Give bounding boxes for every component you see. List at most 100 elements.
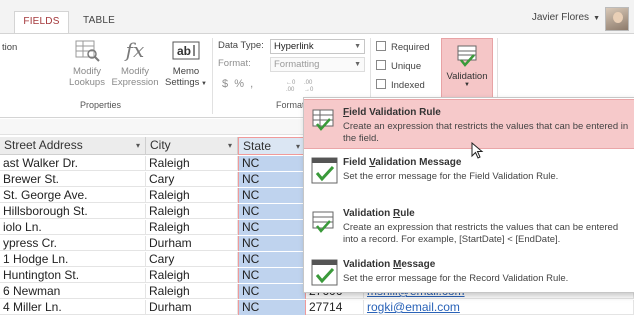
city-cell[interactable]: Raleigh	[146, 156, 238, 171]
title-part: Validation	[343, 259, 394, 270]
user-account[interactable]: Javier Flores ▼	[532, 12, 600, 23]
menu-separator	[304, 199, 634, 200]
unique-checkbox[interactable]: Unique	[376, 60, 421, 73]
street-cell[interactable]: 4 Miller Ln.	[0, 300, 146, 315]
chevron-down-icon: ▼	[354, 43, 361, 50]
column-header-street[interactable]: Street Address ▾	[0, 137, 146, 155]
city-cell[interactable]: Raleigh	[146, 220, 238, 235]
record-validation-message-icon	[311, 258, 339, 288]
validation-button[interactable]: Validation ▼	[441, 38, 493, 100]
menu-item-title: Validation Message	[343, 259, 435, 270]
partial-button-label[interactable]: tion	[2, 42, 17, 53]
email-cell[interactable]: rogki@email.com	[364, 300, 634, 315]
state-cell[interactable]: NC	[238, 268, 306, 283]
city-cell[interactable]: Raleigh	[146, 268, 238, 283]
chevron-down-icon: ▼	[464, 82, 470, 88]
state-cell[interactable]: NC	[238, 284, 306, 299]
state-cell[interactable]: NC	[238, 172, 306, 187]
indexed-checkbox[interactable]: Indexed	[376, 79, 425, 92]
format-combo[interactable]: Formatting ▼	[270, 57, 365, 72]
decimal-buttons: ←0.00.00 →0	[284, 78, 320, 93]
title-part: ield Validation Rule	[349, 107, 441, 118]
svg-text:.00: .00	[304, 80, 313, 86]
column-header-label: City	[150, 138, 171, 152]
state-cell[interactable]: NC	[238, 220, 306, 235]
svg-text:.00: .00	[286, 87, 295, 92]
city-cell[interactable]: Durham	[146, 300, 238, 315]
city-cell[interactable]: Raleigh	[146, 204, 238, 219]
modify-lookups-button[interactable]: Modify Lookups	[64, 37, 110, 88]
street-cell[interactable]: 1 Hodge Ln.	[0, 252, 146, 267]
modify-expression-button[interactable]: fx Modify Expression	[110, 37, 160, 88]
column-header-city[interactable]: City ▾	[146, 137, 238, 155]
city-cell[interactable]: Durham	[146, 236, 238, 251]
validation-dropdown-menu: Field Validation Rule Create an expressi…	[303, 97, 634, 293]
title-part: Validation	[343, 208, 394, 219]
sort-dropdown-icon[interactable]: ▾	[228, 137, 232, 154]
street-cell[interactable]: 6 Newman	[0, 284, 146, 299]
validation-icon	[454, 43, 480, 69]
menu-item-validation-rule[interactable]: Validation Rule Create an expression tha…	[304, 204, 634, 250]
state-cell[interactable]: NC	[238, 236, 306, 251]
currency-button[interactable]: $	[222, 78, 228, 90]
state-cell[interactable]: NC	[238, 156, 306, 171]
city-cell[interactable]: Cary	[146, 252, 238, 267]
street-cell[interactable]: Hillsborough St.	[0, 204, 146, 219]
state-cell[interactable]: NC	[238, 204, 306, 219]
modify-lookups-label-1: Modify	[73, 66, 101, 77]
sort-dropdown-icon[interactable]: ▾	[296, 138, 300, 155]
menu-item-description: Create an expression that restricts the …	[343, 222, 619, 245]
street-cell[interactable]: ast Walker Dr.	[0, 156, 146, 171]
avatar[interactable]	[605, 7, 629, 31]
percent-button[interactable]: %	[234, 78, 244, 90]
comma-button[interactable]: ,	[250, 78, 253, 90]
street-cell[interactable]: Huntington St.	[0, 268, 146, 283]
tab-table[interactable]: TABLE	[74, 11, 124, 33]
properties-group-label: Properties	[80, 100, 122, 110]
memo-settings-label-text: Settings	[165, 77, 200, 88]
modify-expression-label-2: Expression	[111, 77, 159, 88]
sort-dropdown-icon[interactable]: ▾	[136, 137, 140, 154]
city-cell[interactable]: Raleigh	[146, 284, 238, 299]
menu-item-validation-message[interactable]: Validation Message Set the error message…	[304, 254, 634, 290]
user-name: Javier Flores	[531, 12, 590, 23]
field-validation-message-icon	[311, 156, 339, 186]
menu-item-field-validation-message[interactable]: Field Validation Message Set the error m…	[304, 152, 634, 190]
state-cell[interactable]: NC	[238, 252, 306, 267]
street-cell[interactable]: St. George Ave.	[0, 188, 146, 203]
group-divider	[212, 38, 213, 114]
title-part: ule	[400, 208, 415, 219]
state-cell[interactable]: NC	[238, 188, 306, 203]
state-cell[interactable]: NC	[238, 300, 306, 315]
memo-settings-label-2: Settings ▼	[162, 77, 210, 90]
menu-item-description: Set the error message for the Field Vali…	[343, 171, 559, 182]
zip-cell[interactable]: 27714	[306, 300, 364, 315]
column-header-state[interactable]: State ▾	[238, 137, 306, 155]
indexed-label: Indexed	[391, 80, 425, 91]
checkbox-box	[376, 41, 386, 51]
svg-text:←0: ←0	[286, 80, 296, 86]
chevron-down-icon: ▼	[354, 61, 361, 68]
title-part: essage	[401, 259, 436, 270]
text-field-icon: ab	[171, 37, 201, 63]
street-cell[interactable]: Brewer St.	[0, 172, 146, 187]
data-type-combo[interactable]: Hyperlink ▼	[270, 39, 365, 54]
street-cell[interactable]: iolo Ln.	[0, 220, 146, 235]
format-value: Formatting	[274, 59, 320, 70]
menu-item-field-validation-rule[interactable]: Field Validation Rule Create an expressi…	[304, 99, 634, 149]
unique-label: Unique	[391, 61, 422, 72]
column-header-label: State	[243, 139, 272, 153]
required-checkbox[interactable]: Required	[376, 41, 430, 54]
memo-settings-button[interactable]: ab Memo Settings ▼	[162, 37, 210, 90]
city-cell[interactable]: Raleigh	[146, 188, 238, 203]
tab-fields[interactable]: FIELDS	[14, 11, 69, 33]
menu-item-description: Create an expression that restricts the …	[343, 121, 629, 144]
data-type-label: Data Type:	[218, 40, 264, 51]
table-row[interactable]: 4 Miller Ln. Durham NC 27714 rogki@email.com	[0, 300, 634, 315]
required-label: Required	[391, 42, 430, 53]
city-cell[interactable]: Cary	[146, 172, 238, 187]
data-type-value: Hyperlink	[274, 41, 314, 52]
mouse-cursor-icon	[471, 141, 485, 160]
ribbon-tab-bar: FIELDS TABLE Javier Flores ▼	[0, 0, 634, 33]
street-cell[interactable]: ypress Cr.	[0, 236, 146, 251]
